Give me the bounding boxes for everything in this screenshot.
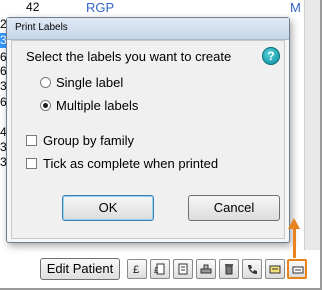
radio-label: Single label (56, 75, 124, 90)
annotation-arrow-shaft (293, 228, 296, 258)
phone-icon[interactable] (242, 259, 262, 279)
background-code-link-2[interactable]: M (290, 0, 301, 15)
svg-text:£: £ (133, 264, 139, 275)
app-window: 23542 RGP M 23 35 673 673 347 625 426 31… (0, 0, 322, 290)
label-icon[interactable] (287, 259, 307, 279)
background-code-link[interactable]: RGP (86, 0, 114, 15)
dialog-prompt: Select the labels you want to create (26, 49, 232, 64)
ok-button[interactable]: OK (62, 195, 154, 221)
dialog-body: Select the labels you want to create ? S… (11, 40, 285, 239)
edit-patient-button[interactable]: Edit Patient (40, 258, 120, 280)
cancel-button[interactable]: Cancel (188, 195, 280, 221)
checkbox[interactable] (26, 158, 37, 169)
print-labels-dialog: Print Labels Select the labels you want … (6, 17, 290, 243)
background-header-row: 23542 RGP M (0, 0, 322, 15)
checkbox-label: Tick as complete when printed (43, 156, 219, 171)
document-icon[interactable] (173, 259, 193, 279)
invoice-icon[interactable]: £ (150, 259, 170, 279)
stamp-icon[interactable] (196, 259, 216, 279)
dialog-titlebar[interactable]: Print Labels (7, 18, 289, 40)
svg-text:£: £ (154, 266, 159, 275)
checkbox-label: Group by family (43, 133, 135, 148)
radio-button[interactable] (40, 77, 51, 88)
radio-button-checked[interactable] (40, 100, 51, 111)
radio-label: Multiple labels (56, 98, 139, 113)
trash-icon[interactable] (219, 259, 239, 279)
help-icon[interactable]: ? (262, 47, 280, 65)
dialog-title: Print Labels (15, 22, 68, 33)
currency-icon[interactable]: £ (127, 259, 147, 279)
label-print-icon[interactable] (265, 259, 285, 279)
checkbox[interactable] (26, 135, 37, 146)
